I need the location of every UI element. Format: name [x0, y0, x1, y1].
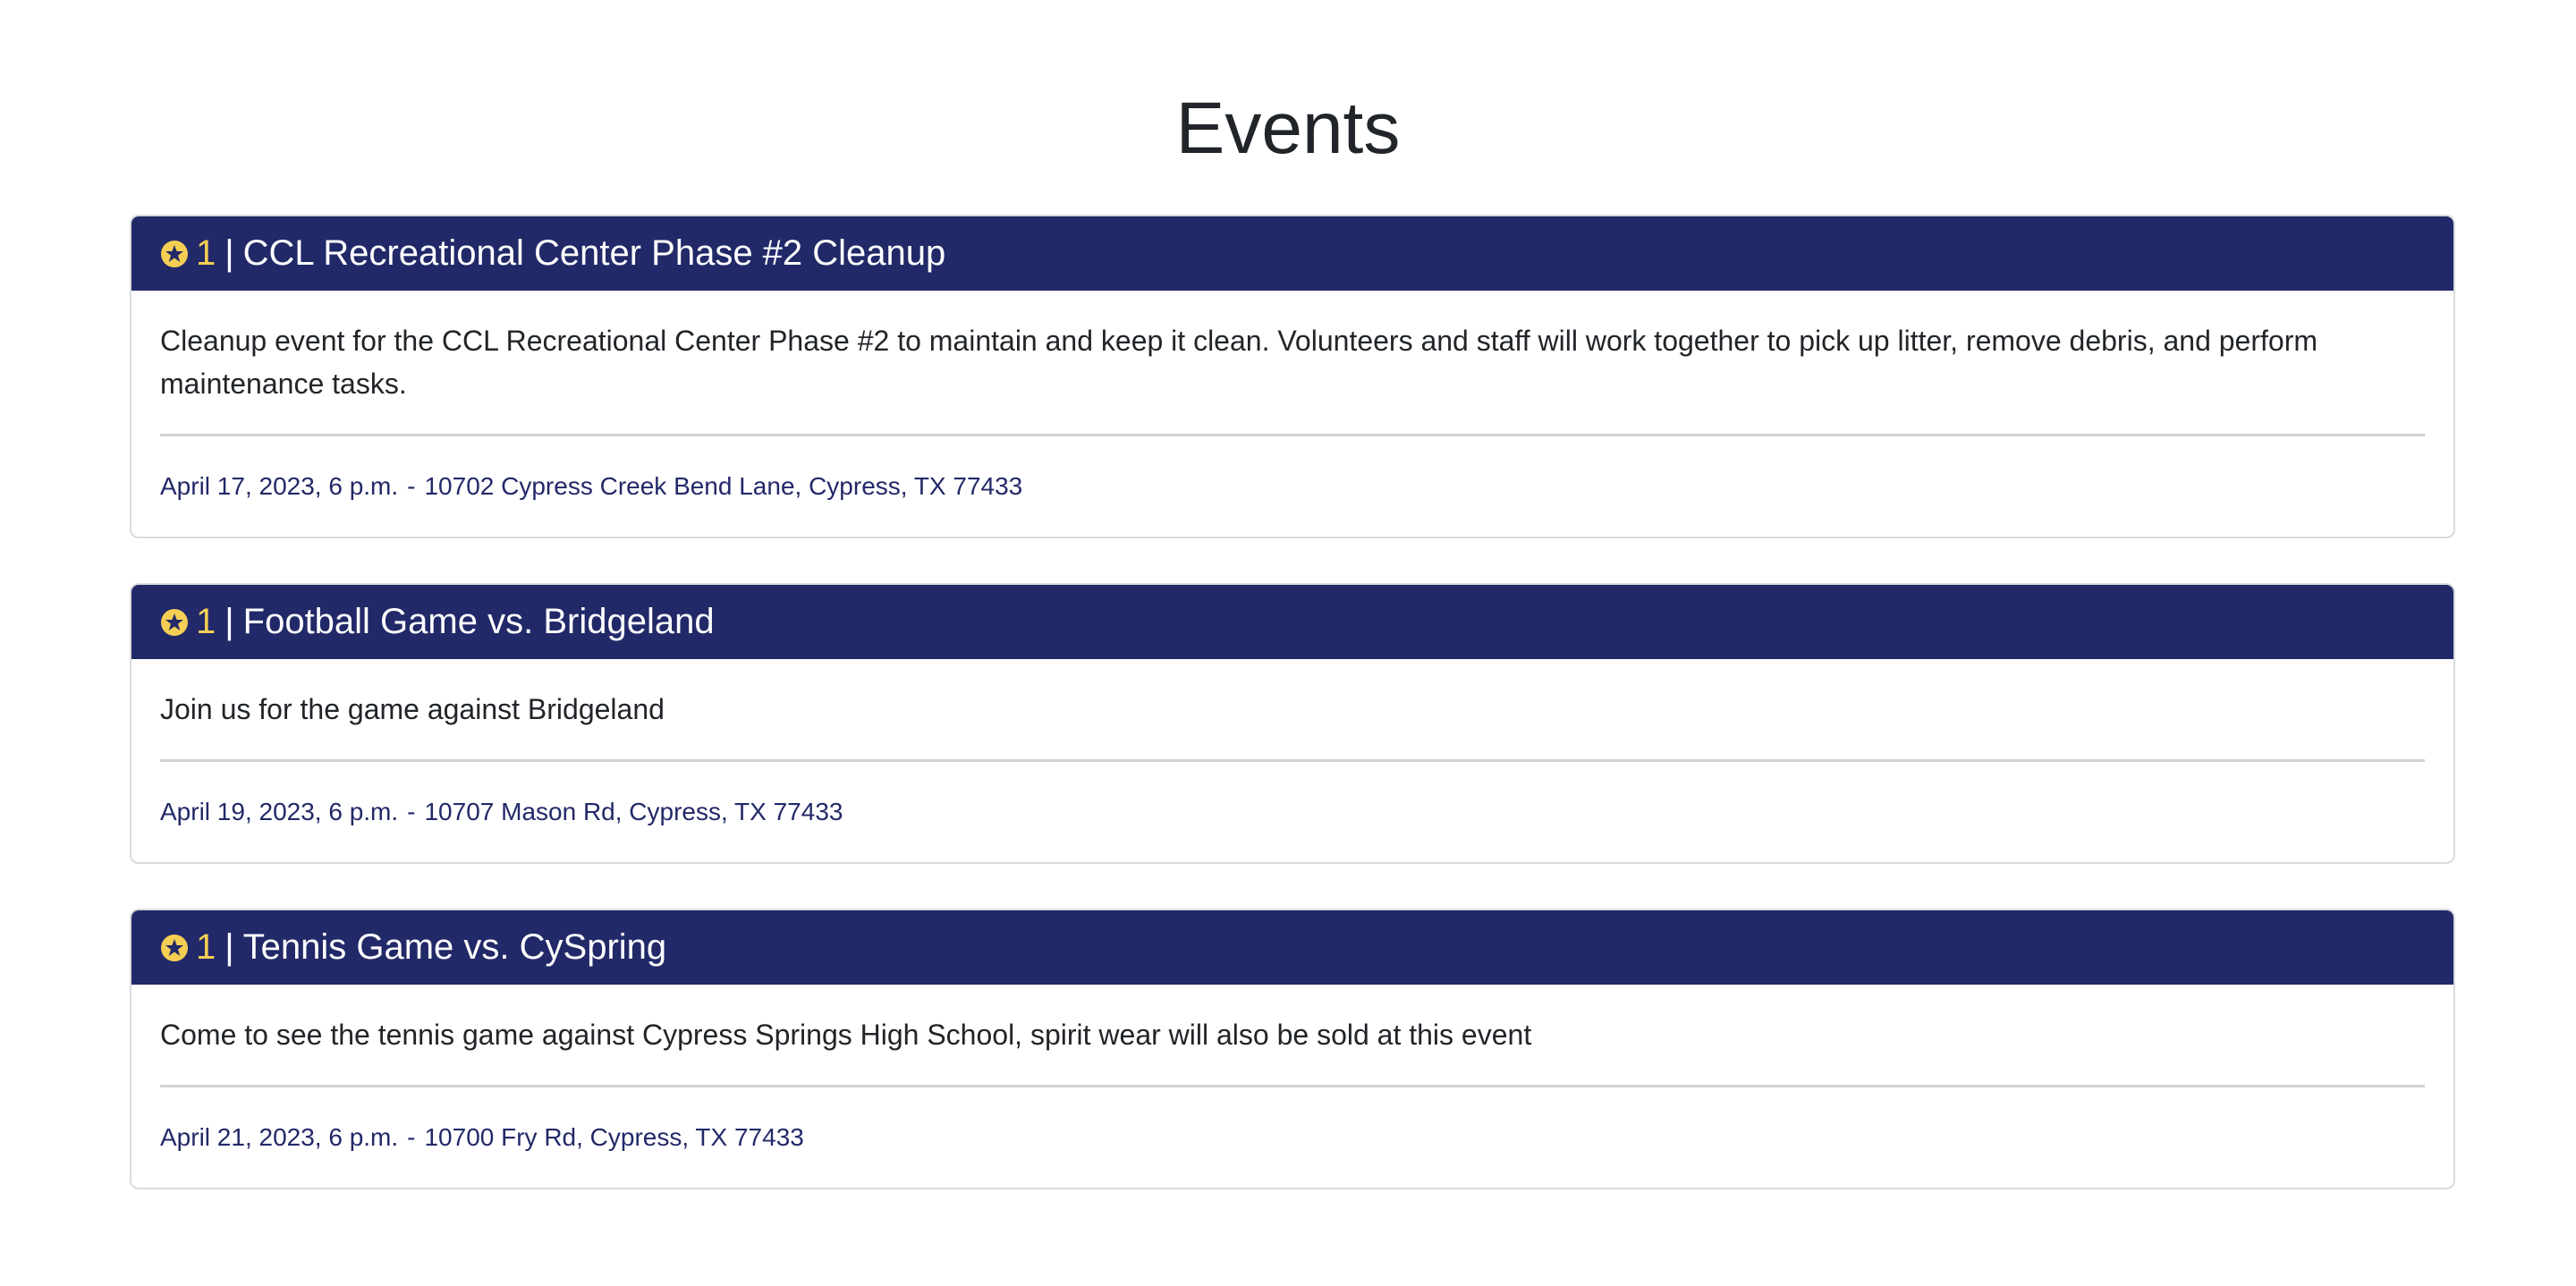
- event-body: Cleanup event for the CCL Recreational C…: [131, 291, 2453, 537]
- star-circle-icon: [160, 934, 189, 962]
- event-header-separator: |: [225, 927, 234, 967]
- event-card[interactable]: 1 | Tennis Game vs. CySpring Come to see…: [130, 909, 2455, 1189]
- event-points: 1: [196, 927, 216, 967]
- event-body: Come to see the tennis game against Cypr…: [131, 985, 2453, 1188]
- event-body: Join us for the game against Bridgeland …: [131, 659, 2453, 862]
- event-date: April 21, 2023, 6 p.m.: [160, 1123, 399, 1151]
- event-date: April 17, 2023, 6 p.m.: [160, 472, 399, 500]
- event-date: April 19, 2023, 6 p.m.: [160, 798, 399, 825]
- event-meta-separator: -: [407, 472, 416, 500]
- event-header-separator: |: [225, 602, 234, 641]
- event-header: 1 | CCL Recreational Center Phase #2 Cle…: [131, 216, 2453, 291]
- star-circle-icon: [160, 608, 189, 637]
- event-title: Football Game vs. Bridgeland: [242, 602, 715, 641]
- event-title: CCL Recreational Center Phase #2 Cleanup: [242, 233, 946, 273]
- event-location: 10700 Fry Rd, Cypress, TX 77433: [424, 1123, 804, 1151]
- event-card[interactable]: 1 | CCL Recreational Center Phase #2 Cle…: [130, 215, 2455, 538]
- event-header: 1 | Football Game vs. Bridgeland: [131, 585, 2453, 659]
- event-points: 1: [196, 602, 216, 641]
- event-meta: April 17, 2023, 6 p.m. - 10702 Cypress C…: [160, 436, 2425, 537]
- event-meta-separator: -: [407, 798, 416, 825]
- event-meta: April 21, 2023, 6 p.m. - 10700 Fry Rd, C…: [160, 1087, 2425, 1188]
- event-list: 1 | CCL Recreational Center Phase #2 Cle…: [130, 215, 2455, 1234]
- event-description: Join us for the game against Bridgeland: [160, 693, 665, 725]
- event-header: 1 | Tennis Game vs. CySpring: [131, 910, 2453, 985]
- event-title: Tennis Game vs. CySpring: [242, 927, 667, 967]
- event-description: Come to see the tennis game against Cypr…: [160, 1019, 1532, 1051]
- event-meta-separator: -: [407, 1123, 416, 1151]
- page-title: Events: [1175, 88, 1401, 169]
- event-location: 10702 Cypress Creek Bend Lane, Cypress, …: [424, 472, 1023, 500]
- event-description: Cleanup event for the CCL Recreational C…: [160, 325, 2318, 400]
- event-card[interactable]: 1 | Football Game vs. Bridgeland Join us…: [130, 583, 2455, 864]
- event-header-separator: |: [225, 233, 234, 273]
- event-points: 1: [196, 233, 216, 273]
- star-circle-icon: [160, 240, 189, 268]
- event-meta: April 19, 2023, 6 p.m. - 10707 Mason Rd,…: [160, 762, 2425, 862]
- event-location: 10707 Mason Rd, Cypress, TX 77433: [424, 798, 843, 825]
